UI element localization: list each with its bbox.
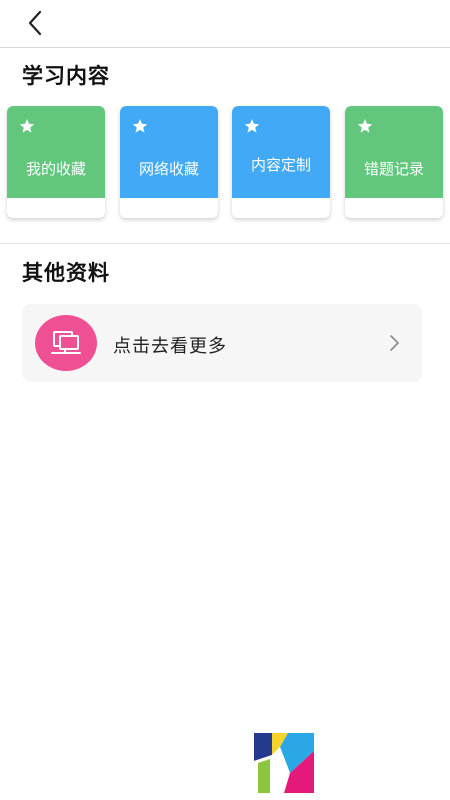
card-label: 网络收藏 — [138, 160, 199, 178]
star-icon — [357, 119, 373, 133]
other-section-title: 其他资料 — [22, 261, 110, 285]
card-content-custom[interactable]: 内容定制 — [232, 106, 330, 218]
card-my-favorites[interactable]: 我的收藏 — [7, 106, 105, 218]
see-more-label: 点击去看更多 — [113, 336, 227, 357]
chevron-left-icon — [28, 10, 42, 36]
laptop-icon — [51, 331, 81, 354]
card-wrong-questions[interactable]: 错题记录 — [345, 106, 443, 218]
card-label: 内容定制 — [250, 156, 311, 174]
page: 学习内容 我的收藏 网络收藏 内容定制 错题记录 其他资料 点击去看更多 — [0, 0, 450, 800]
study-section-title: 学习内容 — [22, 64, 110, 88]
star-icon — [132, 119, 148, 133]
back-button[interactable] — [22, 8, 50, 38]
section-divider — [0, 243, 450, 244]
star-icon — [19, 119, 35, 133]
app-logo — [254, 733, 314, 793]
top-bar — [0, 0, 450, 48]
star-icon — [244, 119, 260, 133]
laptop-icon-circle — [35, 315, 97, 371]
chevron-right-icon — [390, 335, 399, 351]
card-label: 错题记录 — [363, 160, 424, 178]
card-network-favorites[interactable]: 网络收藏 — [120, 106, 218, 218]
card-label: 我的收藏 — [25, 160, 86, 178]
study-cards: 我的收藏 网络收藏 内容定制 错题记录 — [0, 106, 450, 224]
see-more-item[interactable]: 点击去看更多 — [22, 304, 422, 382]
